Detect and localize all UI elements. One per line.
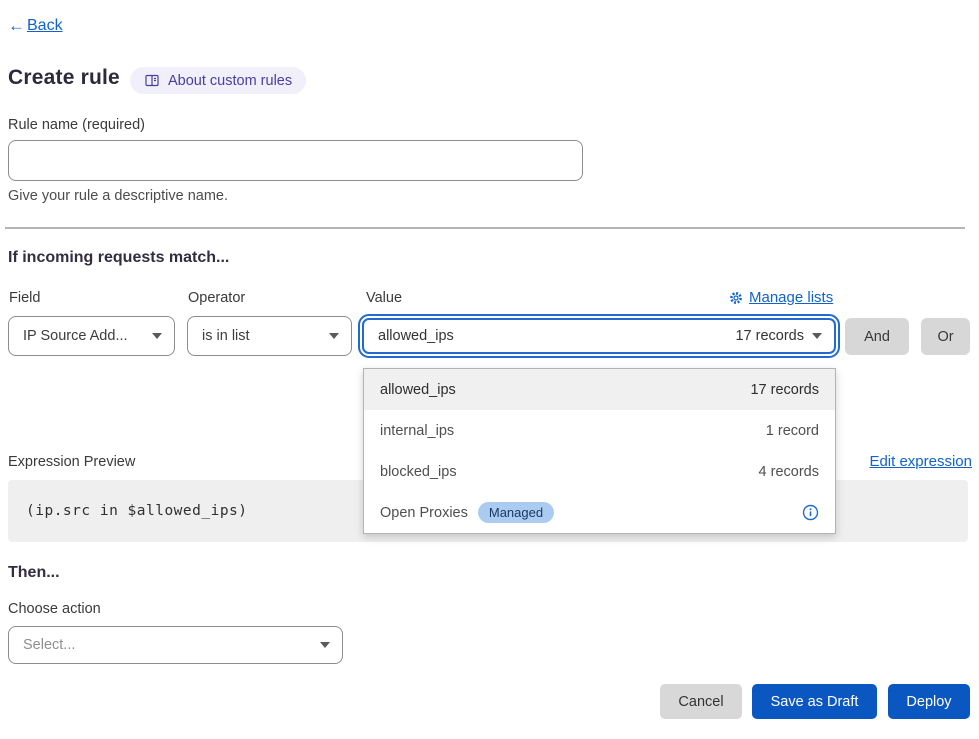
list-item-name: allowed_ips bbox=[380, 382, 456, 398]
gear-icon bbox=[729, 291, 743, 305]
list-item-records: 17 records bbox=[750, 382, 819, 398]
value-combobox-value: allowed_ips bbox=[378, 328, 735, 344]
value-label: Value bbox=[366, 290, 402, 306]
value-combobox-records: 17 records bbox=[735, 328, 804, 344]
edit-expression-label: Edit expression bbox=[869, 453, 972, 470]
edit-expression-link[interactable]: Edit expression bbox=[869, 453, 972, 470]
back-label: Back bbox=[27, 17, 63, 35]
save-as-draft-button[interactable]: Save as Draft bbox=[752, 684, 877, 719]
cancel-button[interactable]: Cancel bbox=[660, 684, 742, 719]
rule-name-label: Rule name (required) bbox=[8, 117, 145, 133]
field-label: Field bbox=[9, 290, 40, 306]
about-custom-rules-link[interactable]: About custom rules bbox=[130, 67, 306, 94]
section-divider bbox=[5, 227, 965, 229]
or-button[interactable]: Or bbox=[921, 318, 970, 355]
info-icon[interactable] bbox=[802, 504, 819, 521]
list-item-blocked-ips[interactable]: blocked_ips 4 records bbox=[364, 451, 835, 492]
operator-select[interactable]: is in list bbox=[187, 316, 352, 356]
chevron-down-icon bbox=[320, 642, 330, 648]
chevron-down-icon bbox=[152, 333, 162, 339]
about-pill-label: About custom rules bbox=[168, 73, 292, 89]
action-select[interactable]: Select... bbox=[8, 626, 343, 664]
then-section-heading: Then... bbox=[8, 564, 60, 582]
action-select-placeholder: Select... bbox=[23, 637, 75, 653]
chevron-down-icon bbox=[329, 333, 339, 339]
operator-select-value: is in list bbox=[202, 328, 250, 344]
choose-action-label: Choose action bbox=[8, 601, 101, 617]
book-icon bbox=[144, 73, 160, 88]
list-item-name: blocked_ips bbox=[380, 464, 457, 480]
match-section-heading: If incoming requests match... bbox=[8, 249, 229, 267]
rule-name-input[interactable] bbox=[8, 140, 583, 181]
expression-code: (ip.src in $allowed_ips) bbox=[26, 503, 248, 519]
field-select[interactable]: IP Source Add... bbox=[8, 316, 175, 356]
back-arrow-icon: ← bbox=[8, 16, 25, 36]
and-button[interactable]: And bbox=[845, 318, 909, 355]
expression-preview-label: Expression Preview bbox=[8, 454, 135, 470]
value-combobox[interactable]: allowed_ips 17 records bbox=[358, 314, 840, 358]
list-item-records: 4 records bbox=[759, 464, 819, 480]
rule-name-helper-text: Give your rule a descriptive name. bbox=[8, 188, 228, 204]
back-link[interactable]: ←Back bbox=[8, 16, 63, 36]
deploy-button[interactable]: Deploy bbox=[888, 684, 970, 719]
managed-badge: Managed bbox=[478, 502, 554, 523]
manage-lists-link[interactable]: Manage lists bbox=[729, 289, 833, 306]
list-item-open-proxies[interactable]: Open Proxies Managed bbox=[364, 492, 835, 533]
list-item-records: 1 record bbox=[766, 423, 819, 439]
list-dropdown-panel: allowed_ips 17 records internal_ips 1 re… bbox=[363, 368, 836, 534]
list-item-allowed-ips[interactable]: allowed_ips 17 records bbox=[364, 369, 835, 410]
list-item-internal-ips[interactable]: internal_ips 1 record bbox=[364, 410, 835, 451]
operator-label: Operator bbox=[188, 290, 245, 306]
chevron-down-icon bbox=[812, 333, 822, 339]
field-select-value: IP Source Add... bbox=[23, 328, 128, 344]
manage-lists-label: Manage lists bbox=[749, 289, 833, 306]
list-item-name: Open Proxies bbox=[380, 505, 468, 521]
page-title: Create rule bbox=[8, 66, 120, 90]
list-item-name: internal_ips bbox=[380, 423, 454, 439]
